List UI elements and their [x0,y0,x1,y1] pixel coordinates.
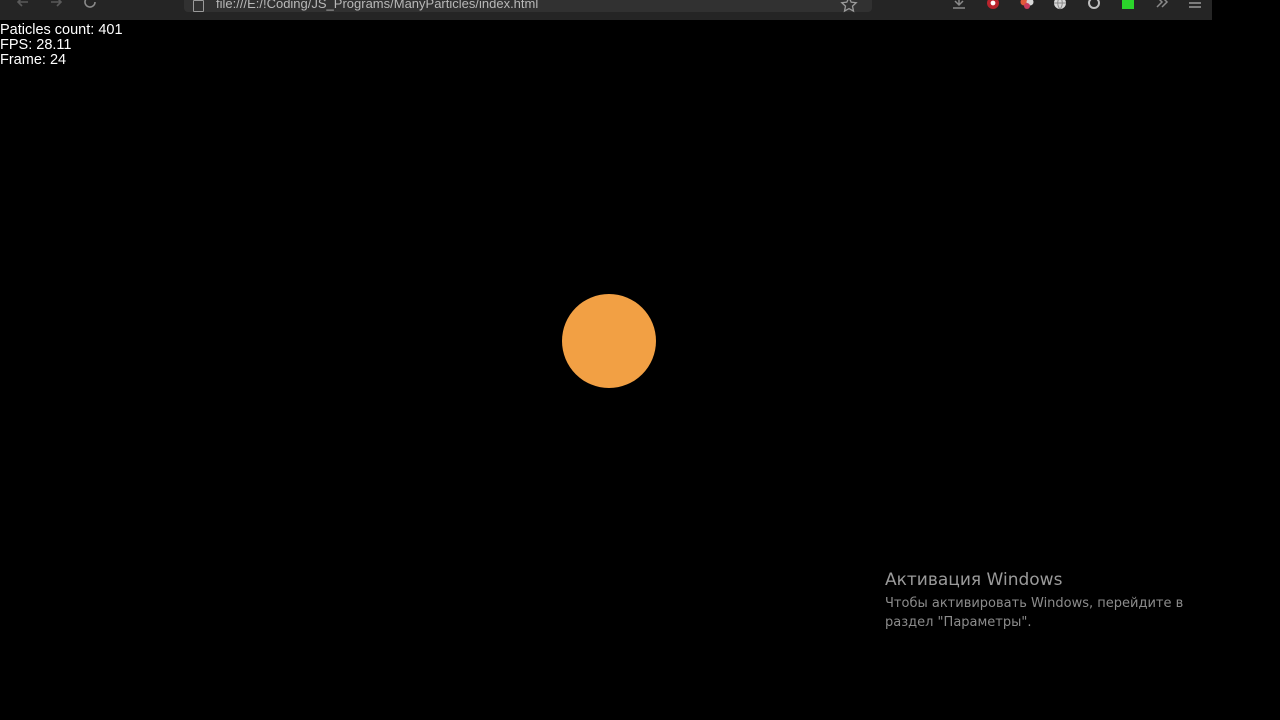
reload-icon[interactable] [81,0,99,11]
windows-activation-watermark: Активация Windows Чтобы активировать Win… [885,569,1185,632]
fps-text: FPS: 28.11 [0,37,72,53]
activation-body: Чтобы активировать Windows, перейдите в … [885,596,1184,630]
download-icon[interactable] [950,0,968,11]
browser-toolbar: file:///E:/!Coding/JS_Programs/ManyParti… [0,0,1212,20]
arrow-right-icon[interactable] [47,0,65,11]
frame-text: Frame: 24 [0,52,67,68]
address-bar[interactable]: file:///E:/!Coding/JS_Programs/ManyParti… [184,0,872,14]
extension-ring-icon[interactable] [1085,0,1103,11]
star-icon[interactable] [840,0,858,14]
particle-circle [562,294,656,388]
hamburger-menu-icon[interactable] [1186,0,1204,11]
url-text[interactable]: file:///E:/!Coding/JS_Programs/ManyParti… [216,0,538,11]
extension-globe-icon[interactable] [1051,0,1069,11]
stats-overlay: Paticles count: 401 FPS: 28.11 Frame: 24 [0,23,123,68]
extension-green-icon[interactable] [1119,0,1137,11]
chevrons-right-icon[interactable] [1153,0,1171,11]
extension-red-icon[interactable] [984,0,1002,11]
arrow-left-icon[interactable] [14,0,32,11]
particles-count-text: Paticles count: 401 [0,22,123,38]
extension-multicolor-icon[interactable] [1018,0,1036,11]
activation-title: Активация Windows [885,570,1063,590]
toolbar-edge [1212,0,1280,20]
page-icon [193,0,204,12]
